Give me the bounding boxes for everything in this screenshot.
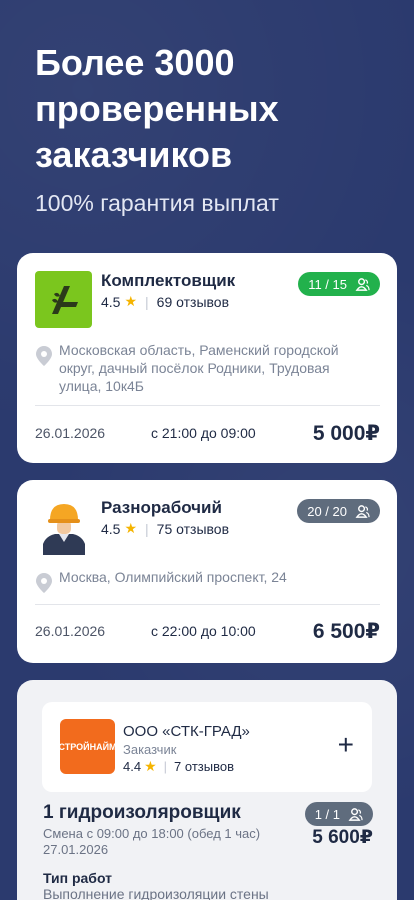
slots-value: 1 / 1	[314, 806, 340, 822]
separator: |	[145, 293, 149, 310]
job-title: Разнорабочий	[101, 498, 222, 517]
job-date: 26.01.2026	[35, 623, 106, 639]
slots-value: 11 / 15	[308, 276, 347, 292]
job-price: 6 500₽	[312, 620, 380, 643]
company-logo: СТРОЙНАЙМ	[58, 719, 117, 774]
company-block[interactable]: СТРОЙНАЙМ ООО «СТК-ГРАД» Заказчик 4.4 ★ …	[42, 702, 372, 792]
divider	[35, 405, 380, 406]
slots-badge: 1 / 1	[304, 802, 373, 826]
rating: 4.5 ★ | 75 отзывов	[101, 520, 229, 537]
wheat-logo-icon	[51, 285, 78, 314]
separator: |	[163, 759, 168, 774]
hero-title: Более 3000 проверенных заказчиков	[35, 42, 279, 175]
location-pin-icon	[36, 573, 52, 593]
offer-price: 5 600₽	[312, 827, 373, 848]
rating: 4.5 ★ | 69 отзывов	[101, 293, 229, 310]
job-card[interactable]: Комплектовщик 4.5 ★ | 69 отзывов 11 / 15…	[17, 253, 397, 463]
separator: |	[145, 520, 149, 537]
job-title: Комплектовщик	[101, 271, 236, 290]
users-icon	[355, 504, 370, 518]
offer-date: 27.01.2026	[43, 842, 109, 857]
job-location: Московская область, Раменский городской …	[35, 341, 367, 395]
star-icon: ★	[124, 520, 138, 536]
reviews-count: 75 отзывов	[156, 520, 230, 537]
job-time: с 22:00 до 10:00	[151, 623, 256, 639]
hero-subtitle: 100% гарантия выплат	[35, 190, 279, 216]
offer-card[interactable]: СТРОЙНАЙМ ООО «СТК-ГРАД» Заказчик 4.4 ★ …	[17, 680, 397, 900]
worker-avatar-icon	[42, 504, 85, 555]
job-date: 26.01.2026	[35, 425, 106, 441]
star-icon: ★	[124, 293, 138, 309]
users-icon	[355, 277, 370, 291]
users-icon	[348, 807, 363, 821]
job-time: с 21:00 до 09:00	[151, 425, 256, 441]
reviews-count: 69 отзывов	[156, 293, 230, 310]
rating-value: 4.4	[123, 759, 142, 774]
slots-value: 20 / 20	[307, 503, 347, 519]
hero: Более 3000 проверенных заказчиков 100% г…	[35, 40, 395, 217]
plus-icon[interactable]: +	[338, 731, 354, 759]
location-text: Московская область, Раменский городской …	[59, 342, 339, 394]
company-logo	[35, 271, 92, 328]
offer-job-title: 1 гидроизоляровщик	[43, 802, 241, 823]
rating: 4.4 ★ | 7 отзывов	[123, 758, 234, 775]
work-type-label: Тип работ	[43, 870, 113, 886]
slots-badge: 11 / 15	[298, 272, 380, 296]
rating-value: 4.5	[101, 520, 121, 537]
offer-shift: Смена с 09:00 до 18:00 (обед 1 час)	[43, 826, 261, 841]
reviews-count: 7 отзывов	[174, 759, 234, 774]
job-price: 5 000₽	[312, 422, 380, 445]
job-location: Москва, Олимпийский проспект, 24	[35, 568, 367, 594]
work-type-value: Выполнение гидроизоляции стены	[43, 886, 269, 900]
company-name: ООО «СТК-ГРАД»	[123, 723, 250, 740]
company-logo	[35, 498, 92, 555]
job-card[interactable]: Разнорабочий 4.5 ★ | 75 отзывов 20 / 20 …	[17, 480, 397, 663]
company-role: Заказчик	[123, 742, 177, 757]
divider	[35, 604, 380, 605]
location-pin-icon	[36, 346, 52, 366]
slots-badge: 20 / 20	[297, 499, 380, 523]
rating-value: 4.5	[101, 293, 121, 310]
location-text: Москва, Олимпийский проспект, 24	[59, 569, 287, 585]
star-icon: ★	[144, 758, 157, 774]
